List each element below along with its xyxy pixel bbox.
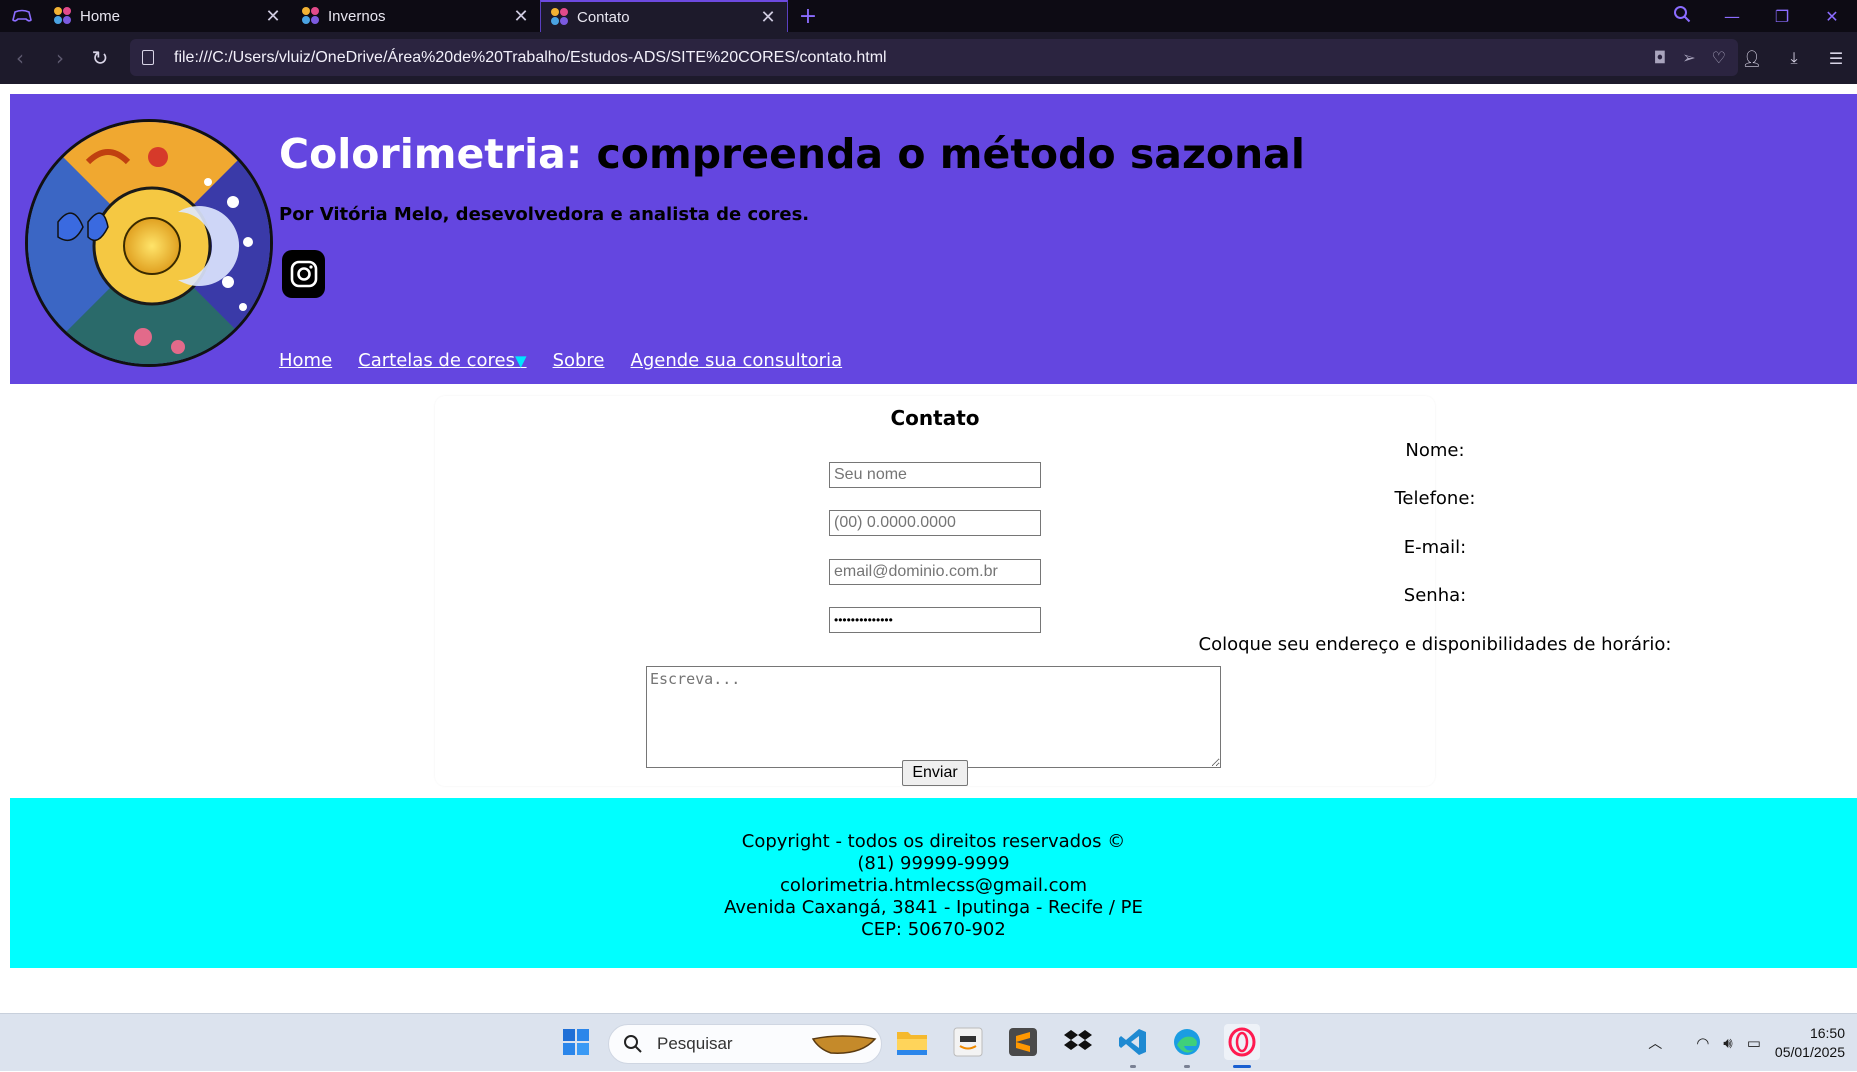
reload-icon[interactable]: ↻ (80, 46, 120, 70)
name-field[interactable] (829, 462, 1041, 488)
minimize-icon[interactable]: — (1707, 7, 1757, 26)
site-footer: Copyright - todos os direitos reservados… (10, 798, 1857, 968)
volume-icon[interactable]: 🔊︎ (1723, 1034, 1732, 1052)
vscode-icon[interactable] (1115, 1024, 1151, 1068)
submit-button[interactable]: Enviar (902, 760, 968, 786)
contact-card: Contato Nome: Telefone: E-mail: Senha: C… (435, 396, 1671, 786)
back-icon[interactable]: ‹ (0, 46, 40, 70)
email-label: E-mail: (1403, 537, 1467, 558)
windows-start-icon[interactable] (558, 1024, 594, 1060)
nav-link-cartelas[interactable]: Cartelas de cores▼ (358, 350, 526, 371)
tab-contato[interactable]: Contato ✕ (540, 0, 788, 32)
name-label: Nome: (1405, 440, 1465, 461)
file-explorer-icon[interactable] (894, 1024, 930, 1060)
search-label: Pesquisar (657, 1034, 733, 1053)
main-nav: Home Cartelas de cores▼ Sobre Agende sua… (279, 350, 842, 371)
running-indicator (1130, 1065, 1136, 1068)
camera-icon[interactable]: ◘ (1654, 48, 1667, 67)
phone-field[interactable] (829, 510, 1041, 536)
taskbar-search[interactable]: Pesquisar (608, 1024, 882, 1064)
browser-tab-bar: Home ✕ Invernos ✕ Contato ✕ + — ❐ ✕ (0, 0, 1857, 32)
footer-cep: CEP: 50670-902 (861, 919, 1006, 940)
tab-label: Contato (577, 8, 630, 26)
active-indicator (1233, 1065, 1251, 1068)
opera-gx-icon[interactable] (1224, 1024, 1260, 1068)
address-bar-row: ‹ › ↻ file:///C:/Users/vluiz/OneDrive/Ár… (0, 32, 1857, 84)
main-content: Contato Nome: Telefone: E-mail: Senha: C… (10, 384, 1857, 798)
clock-time: 16:50 (1809, 1025, 1845, 1041)
file-icon (142, 50, 154, 65)
download-icon[interactable]: ⤓ (1773, 48, 1815, 68)
dropbox-icon[interactable] (1060, 1024, 1096, 1060)
close-icon[interactable]: ✕ (512, 6, 530, 27)
tab-label: Invernos (328, 7, 386, 25)
clock-date: 05/01/2025 (1774, 1044, 1845, 1060)
logo-image (25, 119, 273, 367)
site-favicon-icon (54, 7, 72, 25)
url-field[interactable]: file:///C:/Users/vluiz/OneDrive/Área%20d… (130, 39, 1738, 76)
nav-link-label: Cartelas de cores (358, 350, 516, 371)
password-field[interactable] (829, 607, 1041, 633)
address-availability-label: Coloque seu endereço e disponibilidades … (1198, 634, 1672, 655)
running-indicator (1184, 1065, 1190, 1068)
site-header: Colorimetria: compreenda o método sazona… (10, 94, 1857, 384)
tab-invernos[interactable]: Invernos ✕ (292, 0, 540, 32)
system-tray: ︿ ◠ 🔊︎ ▭ 16:50 05/01/2025 (1648, 1014, 1857, 1072)
url-text[interactable]: file:///C:/Users/vluiz/OneDrive/Área%20d… (174, 49, 1654, 67)
search-icon (624, 1035, 642, 1053)
tab-label: Home (80, 7, 121, 25)
battery-icon[interactable]: ▭ (1747, 1034, 1761, 1052)
gx-controller-icon[interactable] (0, 0, 44, 32)
forward-icon[interactable]: › (40, 46, 80, 70)
nav-link-home[interactable]: Home (279, 350, 332, 371)
footer-address: Avenida Caxangá, 3841 - Iputinga - Recif… (724, 897, 1143, 918)
footer-email: colorimetria.htmlecss@gmail.com (779, 875, 1088, 896)
site-favicon-icon (551, 8, 569, 26)
heart-icon[interactable]: ♡ (1712, 48, 1726, 67)
sublime-text-icon[interactable] (1005, 1024, 1041, 1060)
close-icon[interactable]: ✕ (264, 6, 282, 27)
search-icon[interactable] (1657, 5, 1707, 27)
amazon-icon[interactable] (950, 1024, 986, 1060)
password-label: Senha: (1403, 585, 1467, 606)
phone-label: Telefone: (1394, 488, 1476, 509)
tab-home[interactable]: Home ✕ (44, 0, 292, 32)
title-brand: Colorimetria: (279, 130, 583, 178)
search-highlight-icon (811, 1035, 877, 1054)
profile-icon[interactable]: 👤︎ (1731, 49, 1773, 68)
close-icon[interactable]: ✕ (759, 7, 777, 28)
address-availability-textarea[interactable] (646, 666, 1221, 768)
os-taskbar: Pesquisar ︿ ◠ 🔊︎ ▭ 16:50 05/01/2025 (0, 1013, 1857, 1071)
web-page: Colorimetria: compreenda o método sazona… (10, 94, 1857, 968)
site-favicon-icon (302, 7, 320, 25)
chevron-up-icon[interactable]: ︿ (1648, 1033, 1662, 1053)
restore-icon[interactable]: ❐ (1757, 7, 1807, 26)
footer-phone: (81) 99999-9999 (857, 853, 1010, 874)
title-subtitle: compreenda o método sazonal (596, 130, 1305, 178)
window-controls: — ❐ ✕ (1657, 0, 1857, 32)
caret-down-icon[interactable]: ▼ (515, 352, 527, 370)
clock[interactable]: 16:50 05/01/2025 (1775, 1024, 1845, 1062)
contact-heading: Contato (890, 406, 980, 430)
edge-icon[interactable] (1169, 1024, 1205, 1068)
nav-link-agende[interactable]: Agende sua consultoria (631, 350, 843, 371)
instagram-icon[interactable] (282, 250, 325, 298)
copyright-text: Copyright - todos os direitos reservados… (741, 831, 1126, 852)
settings-sliders-icon[interactable]: ☰ (1815, 49, 1857, 68)
new-tab-button[interactable]: + (788, 0, 828, 32)
wifi-icon[interactable]: ◠ (1696, 1034, 1709, 1052)
email-field[interactable] (829, 559, 1041, 585)
nav-link-sobre[interactable]: Sobre (553, 350, 605, 371)
close-window-icon[interactable]: ✕ (1807, 7, 1857, 26)
author-line: Por Vitória Melo, desevolvedora e analis… (279, 204, 810, 225)
page-title: Colorimetria: compreenda o método sazona… (279, 130, 1305, 178)
send-icon[interactable]: ➢ (1682, 48, 1695, 67)
